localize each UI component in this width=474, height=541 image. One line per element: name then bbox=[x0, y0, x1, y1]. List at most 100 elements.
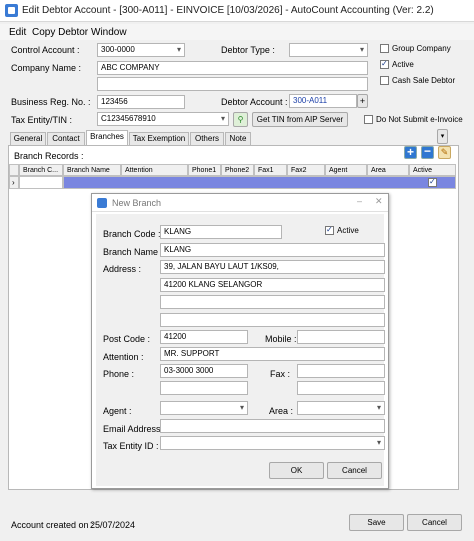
address-line3-input[interactable] bbox=[160, 295, 385, 309]
debtor-type-label: Debtor Type : bbox=[221, 45, 275, 55]
column-branch-code[interactable]: Branch C... bbox=[19, 164, 63, 176]
tax-entity-id-select[interactable] bbox=[160, 436, 385, 450]
dialog-title: New Branch bbox=[112, 198, 162, 208]
agent-select[interactable] bbox=[160, 401, 248, 415]
remove-branch-icon[interactable]: − bbox=[421, 145, 434, 159]
area-label: Area : bbox=[269, 406, 294, 416]
dialog-cancel-button[interactable]: Cancel bbox=[327, 462, 382, 479]
table-row-cell[interactable] bbox=[19, 176, 63, 189]
active-label: Active bbox=[392, 60, 414, 69]
column-fax2[interactable]: Fax2 bbox=[287, 164, 325, 176]
tab-branches[interactable]: Branches bbox=[86, 130, 128, 146]
menu-window[interactable]: Window bbox=[91, 27, 127, 38]
phone2-input[interactable] bbox=[160, 381, 248, 395]
column-area[interactable]: Area bbox=[367, 164, 409, 176]
save-button[interactable]: Save bbox=[349, 514, 404, 531]
address-line1-input[interactable]: 39, JALAN BAYU LAUT 1/KS09, bbox=[160, 260, 385, 274]
title-bar: Edit Debtor Account - [300-A011] - EINVO… bbox=[0, 0, 474, 22]
tab-note[interactable]: Note bbox=[225, 132, 251, 145]
attention-input[interactable]: MR. SUPPORT bbox=[160, 347, 385, 361]
minimize-icon[interactable]: – bbox=[357, 196, 362, 206]
branch-active-checkbox[interactable] bbox=[325, 225, 334, 235]
row-selector[interactable]: › bbox=[9, 176, 19, 189]
agent-label: Agent : bbox=[103, 406, 132, 416]
no-einvoice-label: Do Not Submit e-Invoice bbox=[376, 115, 463, 124]
email-label: Email Address : bbox=[103, 424, 166, 434]
debtor-type-select[interactable] bbox=[289, 43, 368, 57]
dialog-title-bar: New Branch – ✕ bbox=[92, 194, 388, 212]
fax1-input[interactable] bbox=[297, 364, 385, 378]
fax-label: Fax : bbox=[270, 369, 291, 379]
company-name-label: Company Name : bbox=[11, 63, 82, 73]
group-company-checkbox[interactable] bbox=[380, 44, 389, 53]
mobile-label: Mobile : bbox=[265, 334, 297, 344]
column-active[interactable]: Active bbox=[409, 164, 456, 176]
business-reg-input[interactable]: 123456 bbox=[97, 95, 185, 109]
table-row[interactable] bbox=[63, 176, 456, 189]
column-fax1[interactable]: Fax1 bbox=[254, 164, 287, 176]
column-agent[interactable]: Agent bbox=[325, 164, 367, 176]
tab-tax-exemption[interactable]: Tax Exemption bbox=[129, 132, 189, 145]
branch-name-input[interactable]: KLANG bbox=[160, 243, 385, 257]
area-select[interactable] bbox=[297, 401, 385, 415]
phone-label: Phone : bbox=[103, 369, 135, 379]
branch-code-label: Branch Code : bbox=[103, 229, 161, 239]
app-icon bbox=[5, 4, 18, 17]
ok-button[interactable]: OK bbox=[269, 462, 324, 479]
attention-label: Attention : bbox=[103, 352, 144, 362]
new-branch-dialog: New Branch – ✕ Branch Code : KLANG Activ… bbox=[91, 193, 389, 489]
cash-sale-checkbox[interactable] bbox=[380, 76, 389, 85]
column-attention[interactable]: Attention bbox=[121, 164, 188, 176]
edit-branch-icon[interactable]: ✎ bbox=[438, 146, 451, 159]
close-icon[interactable]: ✕ bbox=[375, 196, 383, 207]
window-title: Edit Debtor Account - [300-A011] - EINVO… bbox=[22, 5, 434, 16]
get-tin-button[interactable]: Get TIN from AIP Server bbox=[252, 112, 348, 127]
row-active-checkbox[interactable] bbox=[428, 177, 437, 187]
active-checkbox[interactable] bbox=[380, 59, 389, 69]
branch-name-label: Branch Name : bbox=[103, 247, 164, 257]
email-input[interactable] bbox=[160, 419, 385, 433]
tab-general[interactable]: General bbox=[10, 132, 46, 145]
tab-contact[interactable]: Contact bbox=[47, 132, 85, 145]
created-date: 25/07/2024 bbox=[90, 520, 136, 530]
tab-others[interactable]: Others bbox=[190, 132, 224, 145]
address-line4-input[interactable] bbox=[160, 313, 385, 327]
add-branch-icon[interactable]: + bbox=[404, 146, 417, 159]
address-line2-input[interactable]: 41200 KLANG SELANGOR bbox=[160, 278, 385, 292]
branch-active-label: Active bbox=[337, 226, 359, 235]
debtor-account-label: Debtor Account : bbox=[221, 97, 288, 107]
branch-records-label: Branch Records : bbox=[14, 151, 84, 161]
menu-edit[interactable]: Edit bbox=[9, 27, 26, 38]
menu-copy-debtor[interactable]: Copy Debtor bbox=[32, 27, 88, 38]
post-code-label: Post Code : bbox=[103, 334, 151, 344]
tin-lookup-icon[interactable]: ⚲ bbox=[233, 112, 248, 127]
address-label: Address : bbox=[103, 264, 142, 274]
grid-row-header bbox=[9, 164, 19, 176]
company-name-line2-input[interactable] bbox=[97, 77, 368, 91]
menu-bar: Edit Copy Debtor Window bbox=[0, 24, 474, 40]
mobile-input[interactable] bbox=[297, 330, 385, 344]
tax-entity-select[interactable]: C12345678910 bbox=[97, 112, 229, 126]
dialog-app-icon bbox=[97, 198, 107, 208]
cancel-button[interactable]: Cancel bbox=[407, 514, 462, 531]
tax-entity-label: Tax Entity/TIN : bbox=[11, 115, 73, 125]
debtor-account-input[interactable]: 300-A011 bbox=[289, 94, 357, 108]
column-phone1[interactable]: Phone1 bbox=[188, 164, 221, 176]
company-name-input[interactable]: ABC COMPANY bbox=[97, 61, 368, 75]
created-label: Account created on : bbox=[11, 520, 94, 530]
branch-code-input[interactable]: KLANG bbox=[160, 225, 282, 239]
tax-entity-id-label: Tax Entity ID : bbox=[103, 441, 159, 451]
no-einvoice-checkbox[interactable] bbox=[364, 115, 373, 124]
control-account-label: Control Account : bbox=[11, 45, 80, 55]
cash-sale-label: Cash Sale Debtor bbox=[392, 76, 456, 85]
post-code-input[interactable]: 41200 bbox=[160, 330, 248, 344]
add-debtor-account-button[interactable]: + bbox=[357, 94, 368, 108]
phone1-input[interactable]: 03-3000 3000 bbox=[160, 364, 248, 378]
tab-overflow-dropdown[interactable]: ▾ bbox=[437, 129, 448, 144]
group-company-label: Group Company bbox=[392, 44, 451, 53]
column-branch-name[interactable]: Branch Name bbox=[63, 164, 121, 176]
column-phone2[interactable]: Phone2 bbox=[221, 164, 254, 176]
fax2-input[interactable] bbox=[297, 381, 385, 395]
control-account-select[interactable]: 300-0000 bbox=[97, 43, 185, 57]
business-reg-label: Business Reg. No. : bbox=[11, 97, 91, 107]
